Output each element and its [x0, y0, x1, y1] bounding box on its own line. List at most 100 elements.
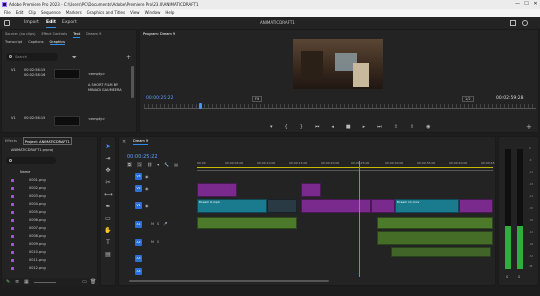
work-area-bar[interactable] [197, 167, 493, 168]
notifications-icon[interactable] [522, 20, 528, 26]
icon-view-icon[interactable]: ▦ [24, 279, 29, 285]
clip-v1[interactable]: Dream 9.mp4 [197, 199, 267, 213]
fullscreen-icon[interactable] [510, 20, 516, 26]
step-back-icon[interactable]: ◂ [331, 124, 334, 130]
zoom-slider[interactable] [34, 282, 56, 283]
fit-select[interactable]: Fit [252, 96, 263, 102]
clip-v1[interactable] [301, 199, 371, 213]
tab-effects[interactable]: Effects [5, 137, 17, 145]
solo-left-button[interactable]: S [506, 275, 508, 279]
solo-right-button[interactable]: S [518, 275, 520, 279]
list-item[interactable]: A SHORT FILM BY MINADI GAUMEERA [2, 83, 132, 109]
search-box[interactable]: Search [6, 53, 58, 61]
mic-icon[interactable]: 🎤 [163, 222, 167, 226]
menu-view[interactable]: View [130, 9, 140, 17]
linked-selection-icon[interactable]: ⛓ [147, 162, 152, 167]
a2-target[interactable]: A2 [135, 239, 142, 246]
trash-icon[interactable]: 🗑 [90, 279, 96, 285]
timeline-timecode[interactable]: 00:00:25:22 [127, 154, 158, 160]
a3-target[interactable]: A3 [135, 255, 142, 262]
menu-window[interactable]: Window [145, 9, 161, 17]
tab-dream9-source[interactable]: Dream 9 [86, 30, 101, 38]
quality-select[interactable]: 1/2 [462, 96, 474, 102]
menu-sequence[interactable]: Sequence [41, 9, 61, 17]
tab-edit[interactable]: Edit [46, 18, 56, 28]
subtab-captions[interactable]: Captions [28, 40, 43, 45]
program-timecode[interactable]: 00:00:25:22 [146, 96, 173, 101]
v3-target[interactable]: V3 [135, 173, 142, 180]
tab-export[interactable]: Export [62, 18, 77, 27]
timeline-playhead[interactable] [359, 161, 360, 277]
new-bin-icon[interactable]: ▭ [82, 279, 87, 285]
slip-tool-icon[interactable]: ⟷ [104, 191, 113, 199]
a4-target[interactable]: A4 [135, 268, 142, 275]
horizontal-scrollbar[interactable] [123, 279, 493, 283]
maximize-button[interactable]: ☐ [522, 0, 531, 9]
program-playhead[interactable] [199, 103, 202, 109]
clip-v2[interactable] [197, 183, 237, 197]
clip-v1[interactable]: Dream 11.mov [395, 199, 459, 213]
track-select-tool-icon[interactable]: ⇥ [104, 155, 112, 163]
close-button[interactable]: ✕ [531, 0, 540, 9]
tab-import[interactable]: Import [24, 18, 39, 27]
captions-icon[interactable]: ▤ [174, 162, 178, 167]
subtab-transcript[interactable]: Transcript [5, 40, 22, 45]
lift-icon[interactable]: ⇧ [394, 124, 398, 130]
timeline-ruler[interactable]: 00:00 00:00:05:00 00:00:10:00 00:00:15:0… [197, 161, 494, 171]
clip-a1[interactable] [377, 217, 493, 229]
name-column-header[interactable]: Name [20, 170, 30, 174]
nest-icon[interactable]: ⧉ [127, 162, 132, 167]
menu-clip[interactable]: Clip [28, 9, 36, 17]
snap-icon[interactable]: ⊃ [136, 162, 143, 167]
rectangle-tool-icon[interactable]: ▭ [104, 215, 112, 223]
project-search-input[interactable] [6, 157, 56, 164]
wrench-icon[interactable]: 🔧 [164, 162, 169, 167]
clip-a1[interactable] [197, 217, 297, 229]
mute-button[interactable]: M [151, 240, 154, 244]
solo-button[interactable]: S [157, 240, 159, 244]
go-to-in-icon[interactable]: ⏮ [315, 124, 320, 130]
filter-icon[interactable]: ⏷ [72, 54, 77, 62]
mark-in-icon[interactable]: { [285, 124, 288, 130]
add-marker-icon[interactable]: ▾ [157, 162, 159, 167]
razor-tool-icon[interactable]: ✂ [104, 179, 112, 187]
export-frame-icon[interactable]: ◉ [426, 124, 430, 130]
solo-button[interactable]: S [157, 222, 159, 226]
close-icon[interactable]: × [122, 138, 127, 145]
tab-text[interactable]: Text [73, 30, 81, 38]
eye-icon[interactable]: ◉ [145, 174, 149, 179]
menu-markers[interactable]: Markers [66, 9, 82, 17]
eye-icon[interactable]: ◉ [145, 186, 149, 191]
pen-icon[interactable]: ✎ [6, 279, 10, 285]
clip-v2[interactable] [301, 183, 321, 197]
program-title[interactable]: Program: Dream 9 [143, 30, 175, 38]
tab-effect-controls[interactable]: Effect Controls [41, 30, 67, 38]
clip-v1[interactable] [459, 199, 493, 213]
clip-a3[interactable] [391, 247, 491, 257]
minimize-button[interactable]: — [513, 0, 522, 9]
caption-tool-icon[interactable]: ▤ [104, 251, 112, 259]
clip-v1[interactable] [371, 199, 395, 213]
eye-icon[interactable]: ◉ [145, 203, 149, 208]
scrollbar-thumb[interactable] [129, 280, 329, 282]
tab-source[interactable]: Source: (no clips) [5, 30, 35, 38]
home-icon[interactable] [4, 20, 10, 26]
step-forward-icon[interactable]: ▸ [363, 124, 366, 130]
list-view-icon[interactable]: ≡ [15, 279, 19, 285]
tab-dream9-timeline[interactable]: Dream 9 [133, 137, 149, 145]
list-item[interactable]: V1 00:02:56:15 <empty> [2, 116, 132, 128]
menu-file[interactable]: File [4, 9, 11, 17]
clip-v1[interactable] [267, 199, 297, 213]
scrollbar[interactable] [131, 66, 134, 98]
add-button-icon[interactable]: + [526, 123, 532, 131]
go-to-out-icon[interactable]: ⏭ [377, 124, 382, 130]
pen-tool-icon[interactable]: ✒ [104, 203, 112, 211]
menu-help[interactable]: Help [165, 9, 174, 17]
clip-a2[interactable] [377, 231, 493, 245]
program-ruler[interactable] [144, 104, 536, 109]
mark-out-icon[interactable]: } [300, 124, 303, 130]
extract-icon[interactable]: ⇪ [410, 124, 414, 130]
hand-tool-icon[interactable]: ✋ [104, 227, 112, 235]
ripple-edit-tool-icon[interactable]: ✥ [104, 167, 112, 175]
play-icon[interactable]: ■ [346, 124, 351, 130]
